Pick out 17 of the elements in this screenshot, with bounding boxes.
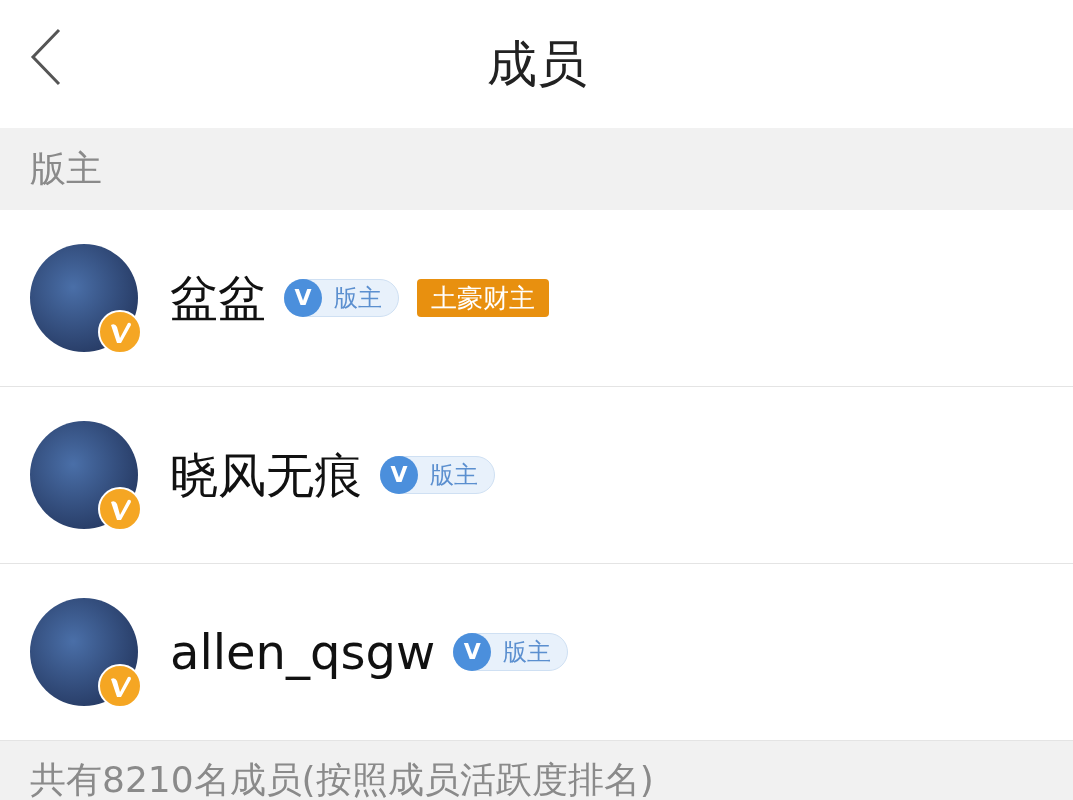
section-header: 版主 (0, 128, 1073, 210)
verified-icon (98, 664, 142, 708)
title-tag: 土豪财主 (417, 279, 549, 317)
member-name: 晓风无痕 (170, 448, 362, 502)
member-row[interactable]: 晓风无痕 V 版主 (0, 387, 1073, 564)
page-title: 成员 (486, 39, 587, 89)
role-tag: V 版主 (453, 633, 569, 671)
member-name: allen_qsgw (170, 625, 436, 679)
role-tag: V 版主 (284, 279, 399, 317)
verified-icon (98, 310, 142, 354)
member-name: 盆盆 (170, 271, 266, 325)
member-row[interactable]: 盆盆 V 版主 土豪财主 (0, 210, 1073, 387)
member-row[interactable]: allen_qsgw V 版主 (0, 564, 1073, 741)
role-tag: V 版主 (380, 456, 495, 494)
section-header: 共有8210名成员(按照成员活跃度排名) (0, 741, 1073, 800)
verified-icon (98, 487, 142, 531)
back-icon[interactable] (30, 28, 62, 86)
